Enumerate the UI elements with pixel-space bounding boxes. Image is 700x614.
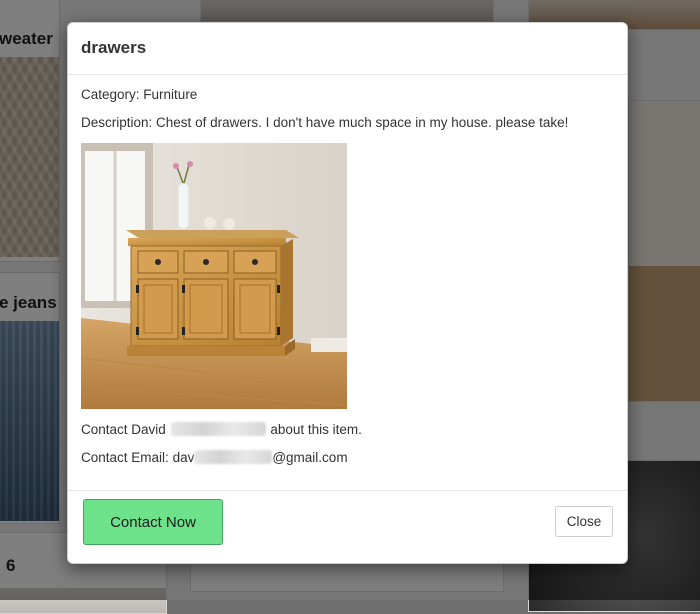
close-button[interactable]: Close xyxy=(555,506,613,537)
contact-line: Contact David about this item. xyxy=(81,422,614,437)
description-value: Chest of drawers. I don't have much spac… xyxy=(156,115,569,130)
email-end: @gmail.com xyxy=(272,450,348,465)
modal-header: drawers xyxy=(68,23,627,75)
category-value: Furniture xyxy=(143,87,198,102)
description-label: Description: xyxy=(81,115,153,130)
contact-prefix: Contact David xyxy=(81,422,166,437)
modal-footer: Contact Now Close xyxy=(68,490,627,563)
item-detail-modal: drawers Category: Furniture Description:… xyxy=(67,22,628,564)
redacted-email xyxy=(194,450,273,464)
contact-suffix: about this item. xyxy=(270,422,362,437)
description-line: Description: Chest of drawers. I don't h… xyxy=(81,115,614,130)
email-start: dav xyxy=(172,450,195,465)
category-label: Category: xyxy=(81,87,140,102)
email-line: Contact Email: dav @gmail.com xyxy=(81,450,614,465)
item-photo xyxy=(81,143,347,409)
email-label: Contact Email: xyxy=(81,450,169,465)
redacted-phone xyxy=(170,422,266,436)
contact-now-button[interactable]: Contact Now xyxy=(83,499,223,545)
category-line: Category: Furniture xyxy=(81,87,614,102)
modal-body: Category: Furniture Description: Chest o… xyxy=(68,75,627,465)
modal-title: drawers xyxy=(81,38,147,57)
chest-of-drawers-icon xyxy=(81,143,347,409)
